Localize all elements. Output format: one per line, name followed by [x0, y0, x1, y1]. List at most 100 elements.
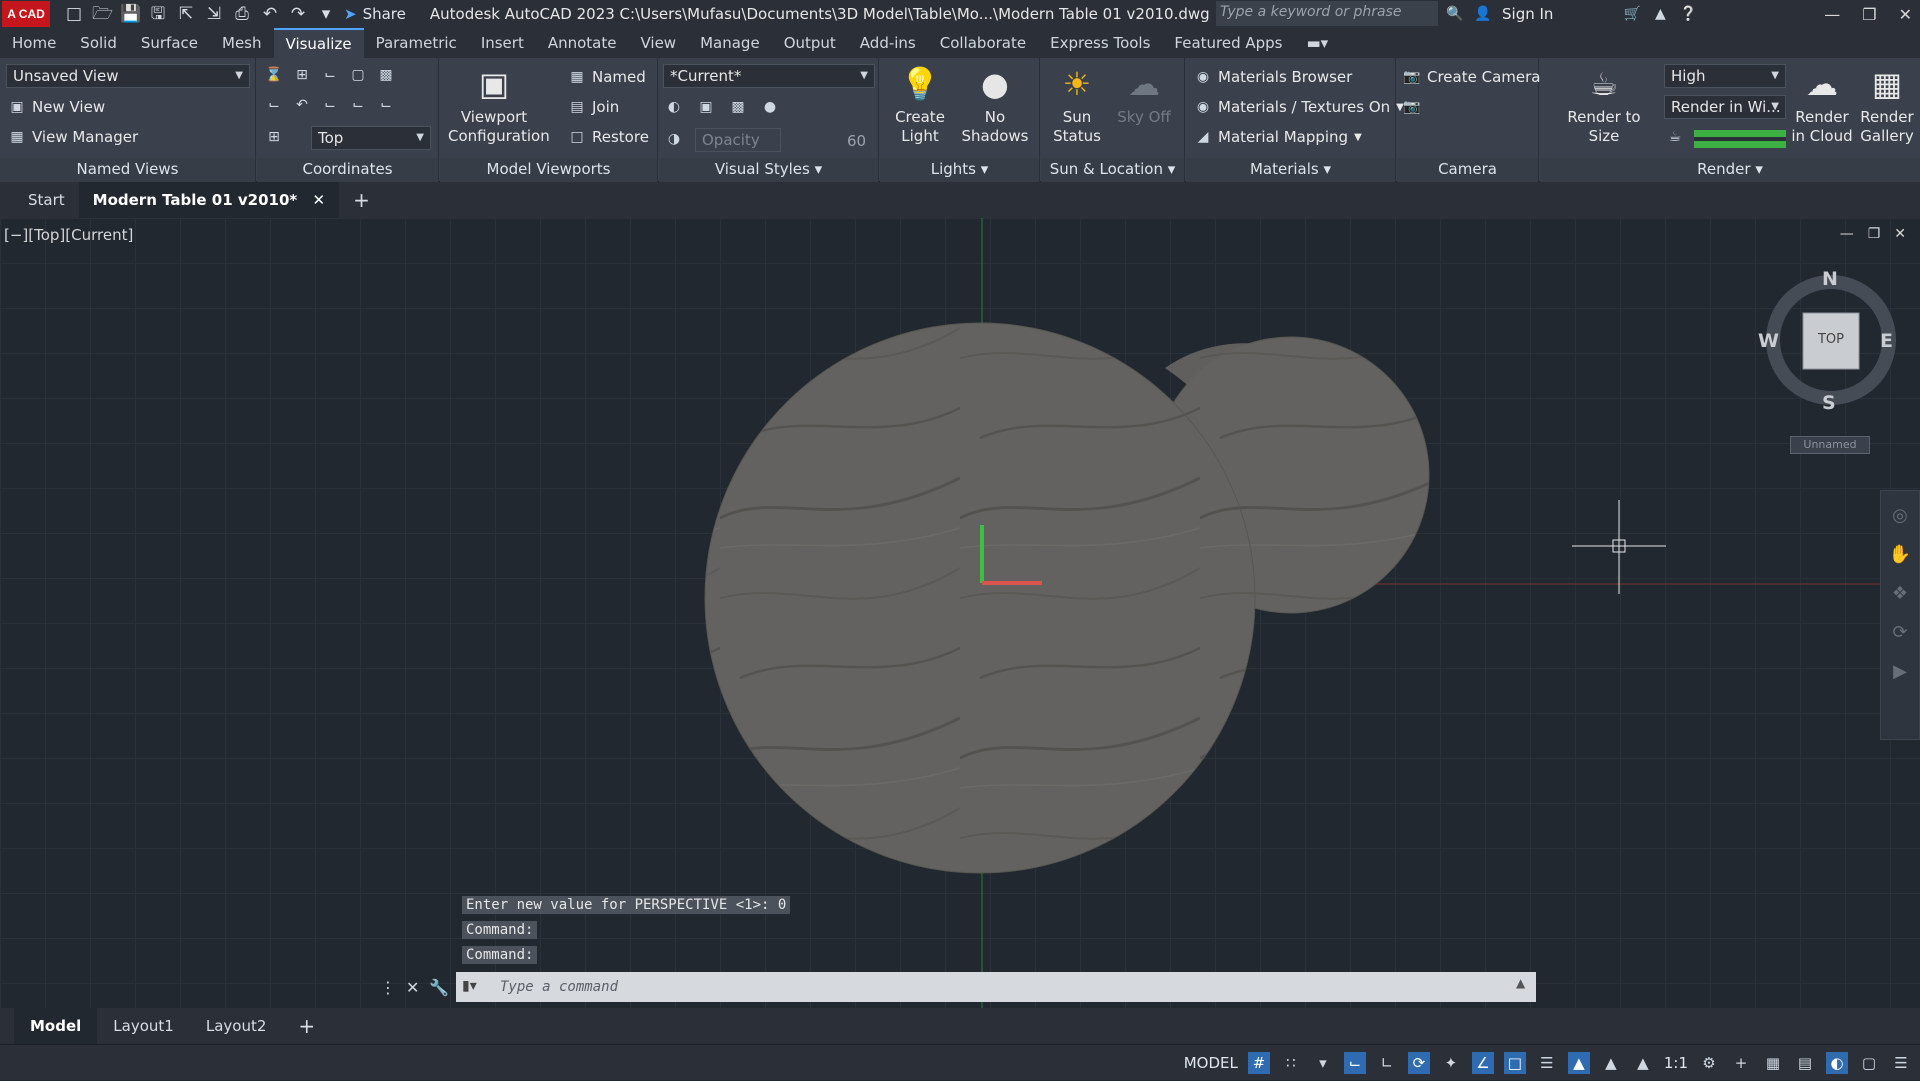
command-customize-icon[interactable]: 🔧 — [429, 978, 449, 997]
no-shadows-button[interactable]: ● No Shadows — [958, 64, 1032, 146]
render-exposure-slider[interactable] — [1694, 130, 1786, 148]
materials-browser-button[interactable]: ◉ Materials Browser — [1194, 68, 1352, 86]
autocad-logo[interactable]: A CAD — [2, 1, 50, 27]
command-close-icon[interactable]: ✕ — [406, 978, 419, 997]
help-icon[interactable]: ❔ — [1679, 5, 1697, 23]
camera-display-icon[interactable]: 📷 — [1403, 98, 1421, 116]
tab-home[interactable]: Home — [0, 28, 68, 58]
new-view-button[interactable]: ▣ New View — [8, 98, 105, 116]
face-style-icon[interactable]: ◐ — [665, 98, 683, 116]
layout-tab-layout2[interactable]: Layout2 — [190, 1017, 283, 1035]
tab-add-ins[interactable]: Add-ins — [848, 28, 928, 58]
ortho-icon[interactable]: ∟ — [1376, 1052, 1398, 1074]
annotation-scale-icon[interactable]: ▲ — [1632, 1052, 1654, 1074]
command-history-toggle-icon[interactable]: ▲ — [1516, 976, 1525, 990]
undo-icon[interactable]: ↶ — [260, 4, 280, 24]
panel-title-materials[interactable]: Materials ▾ — [1186, 158, 1395, 182]
pan-icon[interactable]: ✋ — [1889, 544, 1911, 565]
object-snap-tracking-icon[interactable]: ∠ — [1471, 1052, 1494, 1074]
ucs-view-dropdown[interactable]: Top ▼ — [311, 126, 431, 150]
share-button[interactable]: ➤ Share — [344, 5, 406, 23]
drawing-viewport[interactable]: [−][Top][Current] — ❐ ✕ N S E W TOP Unna… — [0, 218, 1920, 1008]
tab-collaborate[interactable]: Collaborate — [928, 28, 1038, 58]
snap-icon[interactable]: ∷ — [1280, 1052, 1302, 1074]
layout-tab-layout1[interactable]: Layout1 — [97, 1017, 190, 1035]
close-tab-icon[interactable]: ✕ — [313, 191, 326, 209]
render-environment-icon[interactable]: ☕ — [1666, 128, 1684, 146]
clean-screen-icon[interactable]: ▢ — [1858, 1052, 1880, 1074]
search-input[interactable]: Type a keyword or phrase — [1216, 1, 1438, 26]
annotation-visibility-icon[interactable]: ▲ — [1567, 1052, 1590, 1074]
steering-wheel-icon[interactable]: ◎ — [1892, 505, 1908, 526]
quick-properties-icon[interactable]: ▤ — [1794, 1052, 1816, 1074]
tab-manage[interactable]: Manage — [688, 28, 772, 58]
render-in-cloud-button[interactable]: ☁ Render in Cloud — [1790, 64, 1854, 146]
ucs-named-icon[interactable]: ⊞ — [265, 128, 283, 146]
customization-menu-icon[interactable]: ☰ — [1890, 1052, 1912, 1074]
create-light-button[interactable]: 💡 Create Light — [886, 64, 954, 146]
snap-menu-icon[interactable]: ▾ — [1312, 1052, 1334, 1074]
object-snap-icon[interactable]: □ — [1503, 1052, 1526, 1074]
tab-output[interactable]: Output — [772, 28, 848, 58]
lineweight-icon[interactable]: ☰ — [1536, 1052, 1558, 1074]
sun-status-button[interactable]: ☀ Sun Status — [1045, 64, 1109, 146]
material-mapping-button[interactable]: ◢ Material Mapping ▼ — [1194, 128, 1362, 146]
search-icon[interactable]: 🔍 — [1446, 5, 1464, 23]
save-web-icon[interactable]: ⇲ — [204, 4, 224, 24]
user-icon[interactable]: 👤 — [1474, 5, 1492, 23]
ucs-y-icon[interactable]: ⌙ — [349, 96, 367, 114]
materials-textures-button[interactable]: ◉ Materials / Textures On ▼ — [1194, 98, 1404, 116]
large-table-top[interactable] — [704, 322, 1256, 874]
named-viewports-button[interactable]: ▦ Named — [568, 68, 645, 86]
tab-express-tools[interactable]: Express Tools — [1038, 28, 1162, 58]
panel-title-render[interactable]: Render ▾ — [1540, 158, 1920, 182]
xray-icon[interactable]: ▣ — [697, 98, 715, 116]
render-quality-dropdown[interactable]: High ▼ — [1664, 64, 1786, 88]
render-gallery-button[interactable]: ▦ Render Gallery — [1856, 64, 1918, 146]
viewcube-north[interactable]: N — [1822, 268, 1838, 290]
tab-insert[interactable]: Insert — [469, 28, 536, 58]
isolate-objects-icon[interactable]: ◐ — [1826, 1052, 1848, 1074]
viewcube-west[interactable]: W — [1758, 330, 1779, 352]
render-to-size-button[interactable]: ☕ Render to Size — [1552, 64, 1656, 146]
tab-visualize[interactable]: Visualize — [273, 28, 364, 58]
panel-title-sun-location[interactable]: Sun & Location ▾ — [1041, 158, 1184, 182]
showmotion-icon[interactable]: ▶ — [1893, 661, 1907, 682]
visual-style-dropdown[interactable]: *Current* ▼ — [663, 64, 875, 88]
close-icon[interactable]: ✕ — [1899, 5, 1912, 24]
new-file-icon[interactable]: □ — [64, 4, 84, 24]
command-grip-icon[interactable]: ⋮ — [380, 978, 396, 997]
named-view-dropdown[interactable]: Unsaved View ▼ — [6, 64, 250, 88]
minimize-icon[interactable]: — — [1824, 5, 1840, 24]
restore-icon[interactable]: ❐ — [1862, 5, 1876, 24]
save-as-icon[interactable]: 🖫 — [148, 4, 168, 24]
ucs-3point-icon[interactable]: ⌙ — [265, 96, 283, 114]
opacity-field[interactable]: Opacity — [695, 128, 781, 152]
start-tab[interactable]: Start — [14, 182, 79, 218]
qat-customize-icon[interactable]: ▾ — [316, 4, 336, 24]
tab-view[interactable]: View — [628, 28, 688, 58]
ucs-previous-icon[interactable]: ↶ — [293, 96, 311, 114]
tab-mesh[interactable]: Mesh — [210, 28, 274, 58]
tab-solid[interactable]: Solid — [68, 28, 129, 58]
annotation-scale-value[interactable]: 1:1 — [1664, 1054, 1688, 1072]
drawing-tab[interactable]: Modern Table 01 v2010* ✕ — [78, 182, 340, 218]
tab-annotate[interactable]: Annotate — [536, 28, 629, 58]
cart-icon[interactable]: 🛒 — [1623, 5, 1641, 23]
tab-parametric[interactable]: Parametric — [364, 28, 469, 58]
ucs-view-icon[interactable]: ▢ — [349, 66, 367, 84]
tab-featured-apps[interactable]: Featured Apps — [1162, 28, 1294, 58]
layout-tab-model[interactable]: Model — [14, 1008, 98, 1044]
restore-viewports-button[interactable]: □ Restore — [568, 128, 649, 146]
join-viewports-button[interactable]: ▤ Join — [568, 98, 619, 116]
ucs-object-icon[interactable]: ▩ — [377, 66, 395, 84]
open-folder-icon[interactable]: 🗁 — [92, 4, 113, 24]
viewcube-south[interactable]: S — [1822, 392, 1836, 414]
save-icon[interactable]: 💾 — [120, 4, 141, 24]
sky-off-button[interactable]: ☁ Sky Off — [1111, 64, 1177, 127]
viewport-configuration-button[interactable]: ▣ Viewport Configuration — [448, 64, 550, 146]
zoom-extents-icon[interactable]: ❖ — [1892, 583, 1908, 604]
ribbon-panel-toggle[interactable]: ▬▾ — [1295, 28, 1341, 58]
ucs-z-icon[interactable]: ⌙ — [377, 96, 395, 114]
isodraft-icon[interactable]: ✦ — [1440, 1052, 1462, 1074]
